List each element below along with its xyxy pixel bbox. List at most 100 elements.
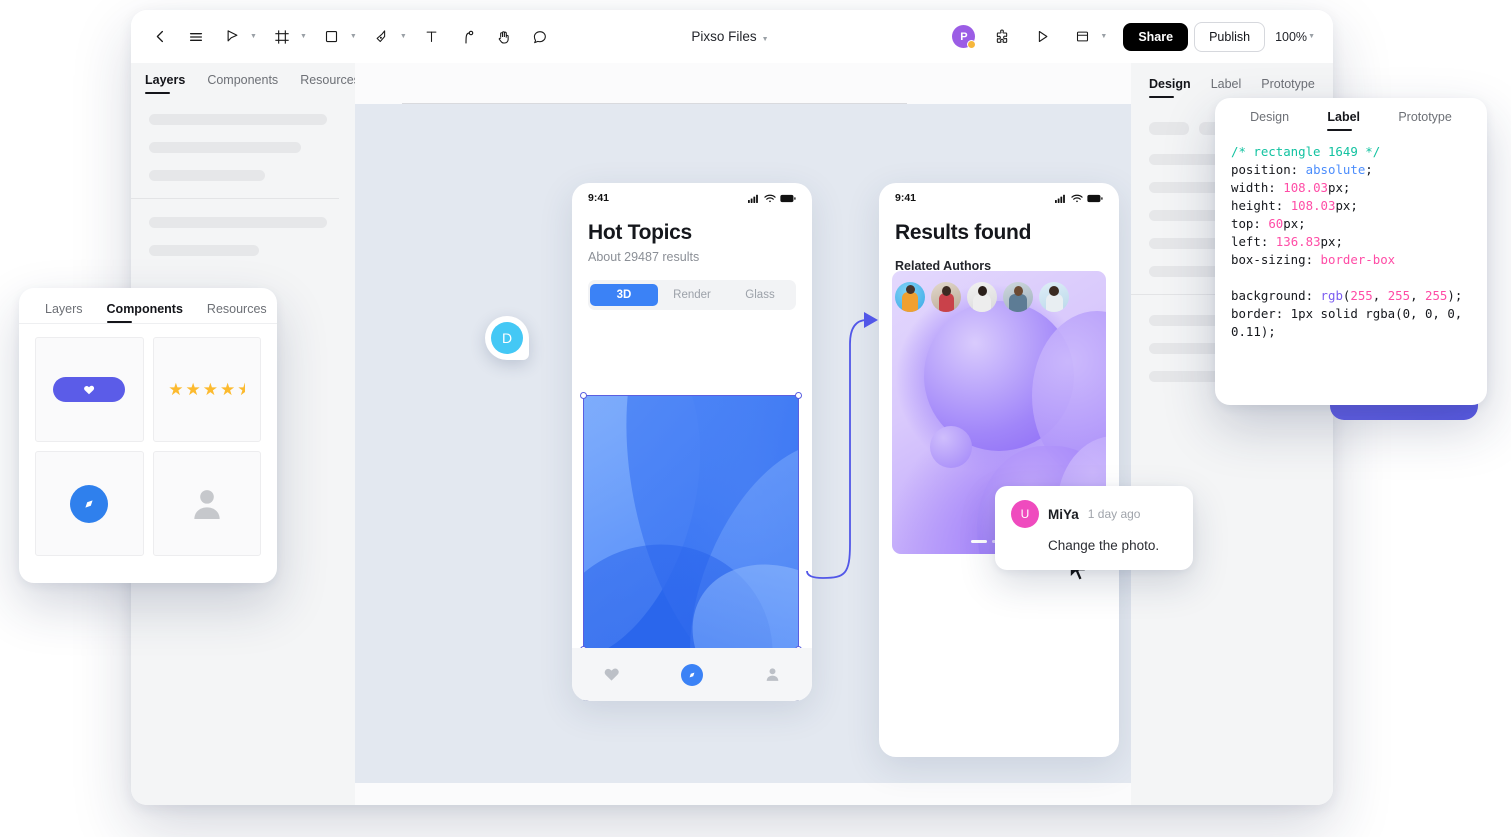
shape-tool[interactable] xyxy=(315,20,349,54)
avatar[interactable] xyxy=(1039,282,1069,312)
component-card-button-heart[interactable] xyxy=(35,337,144,442)
tab-resources[interactable]: Resources xyxy=(207,302,267,323)
shape-tool-chevron-down-icon[interactable]: ▼ xyxy=(350,33,357,40)
tab-label[interactable]: Label xyxy=(1327,110,1360,131)
tab-design[interactable]: Design xyxy=(1250,110,1289,131)
canvas-board[interactable]: 9:41 Hot Topics About 29487 results 3D R… xyxy=(355,104,1131,783)
frame-tool-chevron-down-icon[interactable]: ▼ xyxy=(300,33,307,40)
results-count: About 29487 results xyxy=(588,250,700,264)
hand-tool[interactable] xyxy=(487,20,521,54)
shape-tool-group[interactable]: ▼ xyxy=(315,20,361,54)
layout-panel-icon xyxy=(1076,31,1088,42)
nav-explore[interactable] xyxy=(680,663,703,686)
skeleton-row xyxy=(149,114,327,125)
zoom-control[interactable]: 100% ▼ xyxy=(1275,30,1319,44)
skeleton-row xyxy=(149,142,301,153)
divider xyxy=(131,198,339,199)
zoom-level-text: 100% xyxy=(1275,29,1308,44)
page-title: Hot Topics xyxy=(588,221,692,244)
tab-components[interactable]: Components xyxy=(207,73,278,94)
pagination-dot[interactable] xyxy=(971,540,987,543)
pen-tool-chevron-down-icon[interactable]: ▼ xyxy=(400,33,407,40)
file-title[interactable]: Pixso Files ▼ xyxy=(691,29,772,44)
avatar[interactable] xyxy=(1003,282,1033,312)
status-icons xyxy=(748,194,796,203)
heart-icon xyxy=(84,385,95,394)
move-tool[interactable] xyxy=(215,20,249,54)
compass-badge-component[interactable] xyxy=(70,484,109,523)
component-card-compass[interactable] xyxy=(35,451,144,556)
compass-icon xyxy=(689,672,695,677)
star-full-icon: ★ xyxy=(185,379,201,399)
collaborator-cursor-d[interactable]: D xyxy=(485,316,529,360)
zoom-chevron-down-icon[interactable]: ▼ xyxy=(1308,33,1315,40)
comment-tool[interactable] xyxy=(523,20,557,54)
nav-favorites[interactable] xyxy=(603,666,620,683)
segment-3d[interactable]: 3D xyxy=(590,284,658,306)
phone-frame-results-found[interactable]: 9:41 Results found Related Authors xyxy=(879,183,1119,757)
tab-resources[interactable]: Resources xyxy=(300,73,360,94)
status-bar: 9:41 xyxy=(572,183,812,213)
avatar[interactable]: P xyxy=(952,25,977,49)
toolbar-right-actions: P ▼ Share Publish 100% ▼ xyxy=(952,10,1319,63)
chevron-left-icon xyxy=(156,30,163,43)
tab-layers[interactable]: Layers xyxy=(145,73,185,94)
layout-button[interactable] xyxy=(1065,20,1099,54)
collaborator-initial-d: D xyxy=(491,322,523,354)
tab-components[interactable]: Components xyxy=(106,302,183,323)
person-icon xyxy=(194,489,220,519)
tab-layers[interactable]: Layers xyxy=(45,302,83,323)
star-full-icon: ★ xyxy=(168,379,184,399)
text-tool[interactable] xyxy=(415,20,449,54)
skeleton-row xyxy=(149,217,327,228)
tab-prototype[interactable]: Prototype xyxy=(1261,77,1315,98)
tab-design[interactable]: Design xyxy=(1149,77,1191,98)
avatar: U xyxy=(1011,500,1039,528)
pen-tool[interactable] xyxy=(365,20,399,54)
skeleton-pill xyxy=(1149,122,1189,135)
layout-chevron-down-icon[interactable]: ▼ xyxy=(1100,33,1107,40)
avatar[interactable] xyxy=(895,282,925,312)
components-panel[interactable]: Layers Components Resources ★ ★ ★ ★ ★ xyxy=(19,288,277,583)
skeleton-row xyxy=(149,245,259,256)
related-authors-title: Related Authors xyxy=(895,259,992,273)
present-button[interactable] xyxy=(1025,20,1059,54)
css-code-output[interactable]: /* rectangle 1649 */ position: absolute;… xyxy=(1215,131,1487,353)
button-heart-component[interactable] xyxy=(53,377,126,402)
move-tool-chevron-down-icon[interactable]: ▼ xyxy=(250,33,257,40)
nav-profile[interactable] xyxy=(764,666,781,683)
play-triangle-icon xyxy=(1038,30,1048,43)
code-panel[interactable]: Design Label Prototype /* rectangle 1649… xyxy=(1215,98,1487,405)
right-panel-tabs: Design Label Prototype xyxy=(1131,63,1333,98)
move-tool-group[interactable]: ▼ xyxy=(215,20,261,54)
comment-popup[interactable]: U MiYa 1 day ago Change the photo. xyxy=(995,486,1193,570)
avatar[interactable] xyxy=(931,282,961,312)
layers-skeleton-list xyxy=(131,94,355,256)
hamburger-menu-icon xyxy=(190,32,202,41)
toolbar: ▼ ▼ ▼ ▼ Pixso Files ▼ P ▼ Share Publish … xyxy=(131,10,1333,63)
canvas[interactable]: 9:41 Hot Topics About 29487 results 3D R… xyxy=(355,63,1131,805)
menu-button[interactable] xyxy=(179,20,213,54)
file-title-chevron-down-icon[interactable]: ▼ xyxy=(762,36,769,43)
avatar[interactable] xyxy=(967,282,997,312)
plugins-button[interactable] xyxy=(985,20,1019,54)
tab-prototype[interactable]: Prototype xyxy=(1398,110,1452,131)
code-panel-tabs: Design Label Prototype xyxy=(1215,98,1487,131)
share-button[interactable]: Share xyxy=(1123,22,1189,51)
publish-button[interactable]: Publish xyxy=(1194,21,1266,52)
frame-tool-group[interactable]: ▼ xyxy=(265,20,311,54)
layout-button-group[interactable]: ▼ xyxy=(1065,20,1111,54)
segment-render[interactable]: Render xyxy=(658,284,726,306)
frame-tool[interactable] xyxy=(265,20,299,54)
blue-abstract-waves-image[interactable] xyxy=(583,395,799,650)
segment-glass[interactable]: Glass xyxy=(726,284,794,306)
tab-label[interactable]: Label xyxy=(1211,77,1242,98)
pen-tool-group[interactable]: ▼ xyxy=(365,20,411,54)
phone-frame-hot-topics[interactable]: 9:41 Hot Topics About 29487 results 3D R… xyxy=(572,183,812,701)
components-panel-tabs: Layers Components Resources xyxy=(19,288,277,324)
path-tool[interactable] xyxy=(451,20,485,54)
back-button[interactable] xyxy=(143,20,177,54)
component-card-avatar[interactable] xyxy=(152,451,261,556)
component-card-rating[interactable]: ★ ★ ★ ★ ★ xyxy=(152,337,261,442)
star-rating-icon[interactable]: ★ ★ ★ ★ ★ xyxy=(168,380,245,400)
